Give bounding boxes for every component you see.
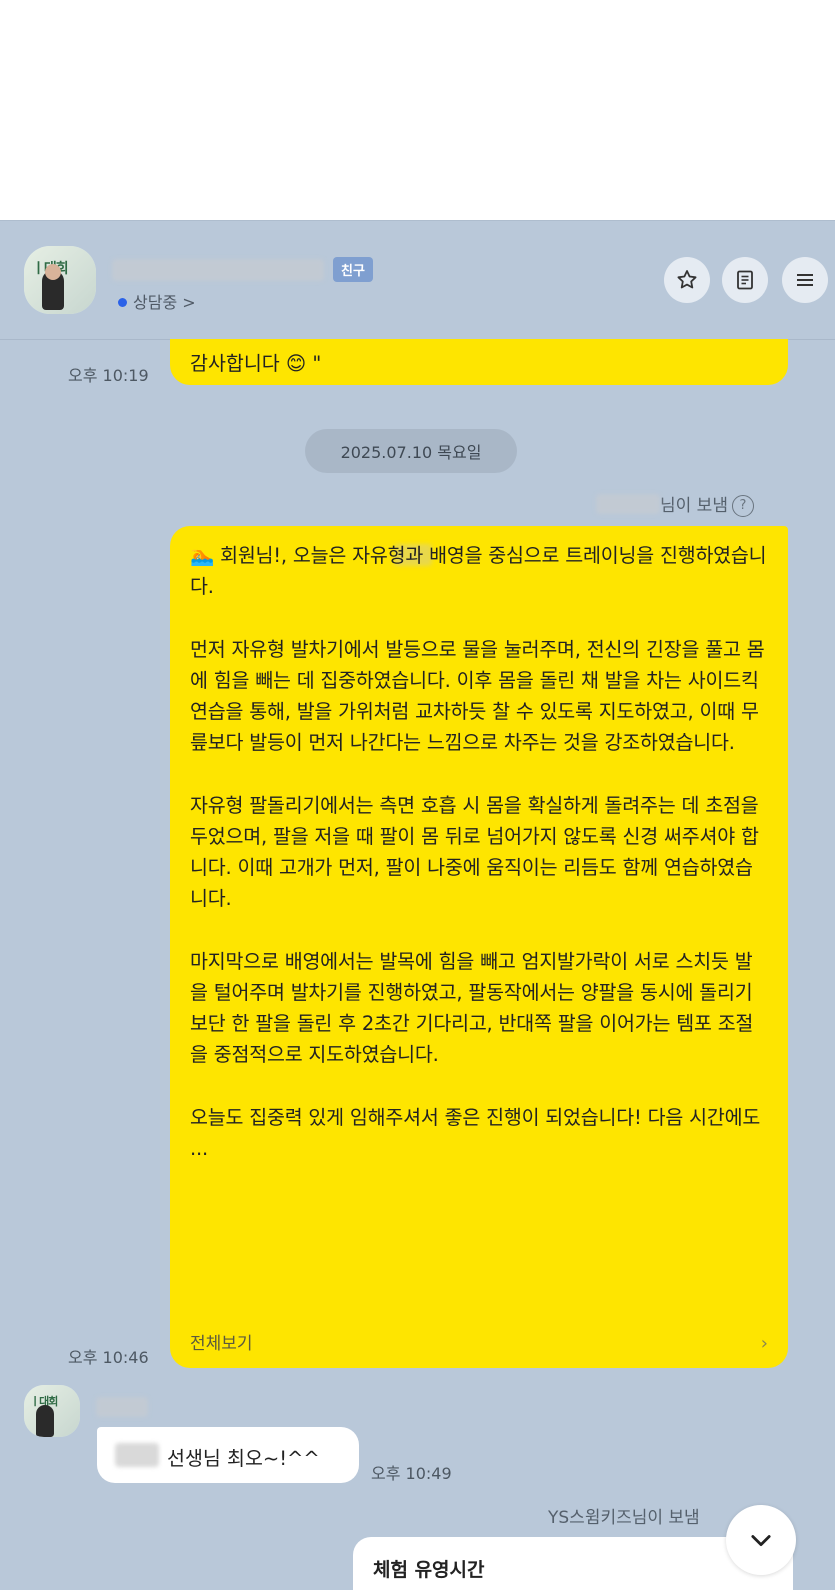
sender-avatar-person <box>36 1405 54 1437</box>
reply-name-redacted <box>115 1443 159 1467</box>
date-divider: 2025.07.10 목요일 <box>305 429 517 473</box>
sender-display-name-redacted <box>96 1397 148 1417</box>
notes-button[interactable] <box>722 257 768 303</box>
menu-icon <box>797 274 813 286</box>
sent-by-label: 님이 보냄 <box>660 496 728 516</box>
prev-message-text: 감사합니다 😊 " <box>190 352 322 375</box>
reply-message-text: 선생님 최오~!^^ <box>167 1447 320 1470</box>
chat-window: ㅣ대회 친구 상담중 > 오후 10:19 감사합니다 😊 " 2025.07.… <box>0 220 835 1590</box>
consult-status[interactable]: 상담중 > <box>118 289 196 313</box>
sent-by-line: 님이 보냄? <box>596 491 754 517</box>
friend-badge: 친구 <box>333 257 373 282</box>
menu-button[interactable] <box>782 257 828 303</box>
status-dot <box>118 298 127 307</box>
question-icon[interactable]: ? <box>731 495 754 517</box>
reply-message-time: 오후 10:49 <box>371 1464 452 1483</box>
next-sent-by-line: YS스윔키즈님이 보냄 <box>548 1508 700 1528</box>
avatar-person-head <box>45 264 61 280</box>
sender-name-redacted <box>596 494 660 514</box>
chat-header: ㅣ대회 친구 상담중 > <box>0 221 835 340</box>
prev-message-time: 오후 10:19 <box>68 366 149 385</box>
sender-avatar[interactable]: ㅣ대회 <box>24 1385 80 1437</box>
profile-avatar[interactable]: ㅣ대회 <box>24 246 96 314</box>
view-all-link[interactable]: 전체보기 <box>190 1329 253 1354</box>
main-message-time: 오후 10:46 <box>68 1348 149 1367</box>
prev-message-bubble[interactable]: 감사합니다 😊 " <box>170 339 788 385</box>
chevron-right-icon[interactable]: › <box>761 1333 768 1354</box>
scroll-to-bottom-button[interactable] <box>726 1505 796 1575</box>
profile-name-redacted <box>112 259 324 281</box>
reply-message-bubble[interactable]: 선생님 최오~!^^ <box>97 1427 359 1483</box>
star-icon <box>677 270 697 289</box>
main-message-text: 🏊 회원님!, 오늘은 자유형과 배영을 중심으로 트레이닝을 진행하였습니다.… <box>190 544 767 1160</box>
main-message-bubble[interactable]: 🏊 회원님!, 오늘은 자유형과 배영을 중심으로 트레이닝을 진행하였습니다.… <box>170 526 788 1368</box>
notes-icon <box>737 270 753 290</box>
consult-status-label: 상담중 > <box>133 293 196 312</box>
favorite-button[interactable] <box>664 257 710 303</box>
next-message-preview: 체험 유영시간 <box>373 1559 485 1581</box>
chevron-down-icon <box>751 1535 771 1547</box>
